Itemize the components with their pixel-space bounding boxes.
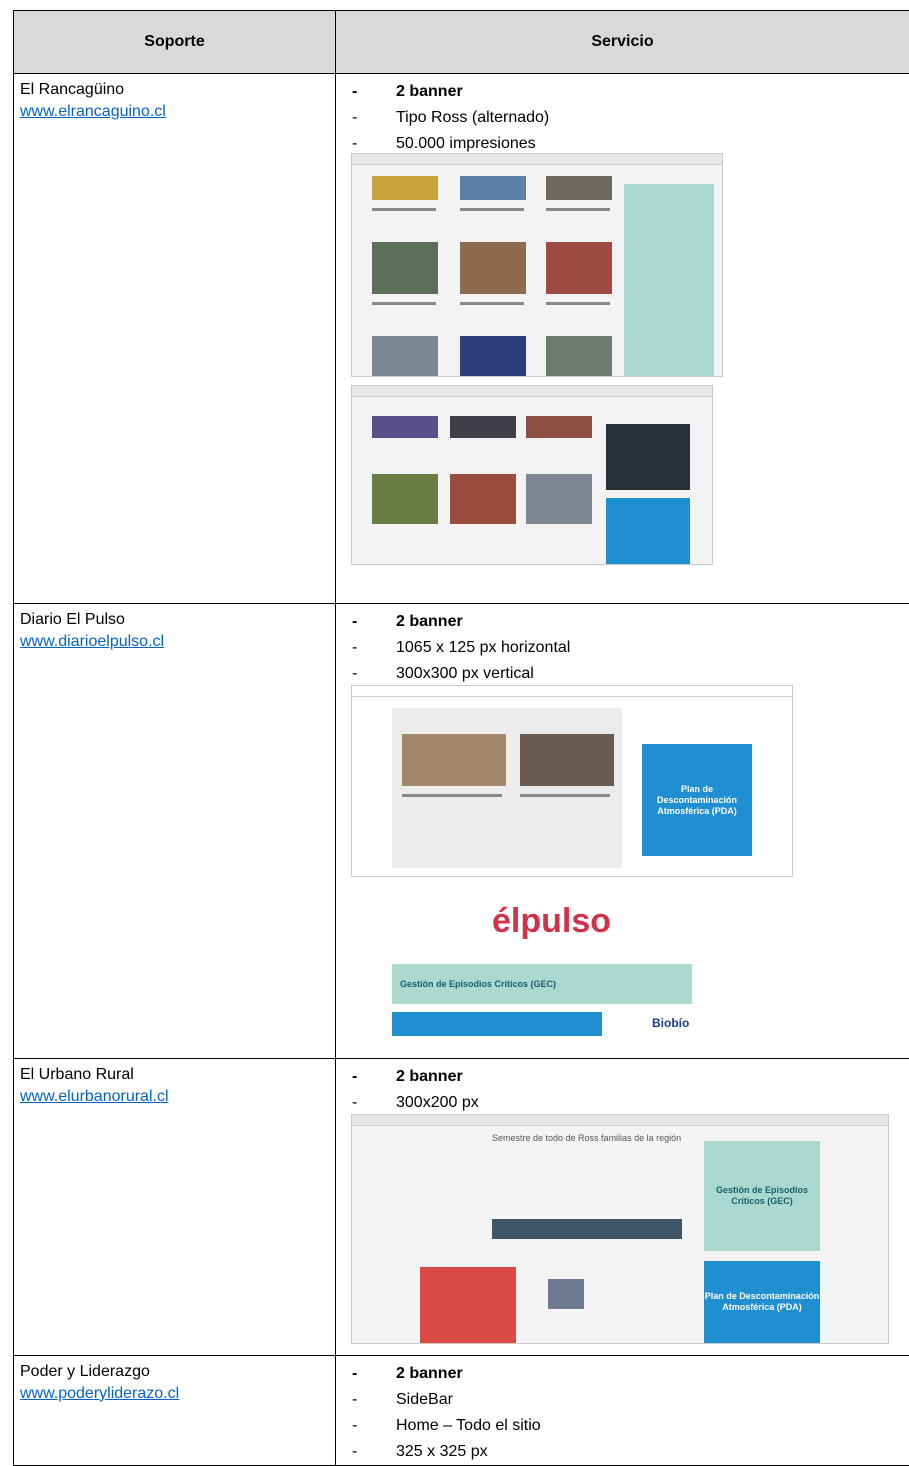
document-page: Soporte Servicio El Rancagüino www.elran… [13, 10, 909, 1458]
banner-ad-pda: Plan de Descontaminación Atmosférica (PD… [704, 1261, 820, 1343]
media-name: Diario El Pulso [20, 609, 329, 631]
service-list: 2 banner 300x200 px [336, 1059, 909, 1116]
service-item: 325 x 325 px [336, 1439, 909, 1465]
service-item: Tipo Ross (alternado) [336, 105, 909, 131]
service-item: 300x300 px vertical [336, 661, 909, 687]
screenshot-elrancaguino-1 [351, 153, 723, 377]
media-link[interactable]: www.elrancaguino.cl [20, 103, 166, 120]
table-row: Poder y Liderazgo www.poderyliderazo.cl … [14, 1356, 909, 1466]
service-item: 2 banner [336, 609, 909, 635]
media-name: Poder y Liderazgo [20, 1361, 329, 1383]
service-list: 2 banner Tipo Ross (alternado) 50.000 im… [336, 74, 909, 157]
screenshot-elrancaguino-2 [351, 385, 713, 565]
service-item: 2 banner [336, 1361, 909, 1387]
table-row: El Urbano Rural www.elurbanorural.cl 2 b… [14, 1059, 909, 1356]
biobio-logo: Biobío [652, 1016, 689, 1030]
media-link[interactable]: www.poderyliderazo.cl [20, 1385, 179, 1402]
article-headline: Semestre de todo de Ross familias de la … [492, 1133, 692, 1143]
soporte-cell: Poder y Liderazgo www.poderyliderazo.cl [14, 1356, 336, 1466]
service-item: 2 banner [336, 1064, 909, 1090]
banner-ad [606, 498, 690, 564]
screenshot-elurbanorural: Semestre de todo de Ross familias de la … [351, 1114, 889, 1344]
screenshot-diarioelpulso-1: Plan de Descontaminación Atmosférica (PD… [351, 685, 793, 877]
media-link[interactable]: www.elurbanorural.cl [20, 1088, 169, 1105]
servicio-cell: 2 banner 300x200 px Semestre de todo de … [336, 1059, 909, 1356]
service-list: 2 banner SideBar Home – Todo el sitio 32… [336, 1356, 909, 1465]
servicio-cell: 2 banner SideBar Home – Todo el sitio 32… [336, 1356, 909, 1466]
table-row: Diario El Pulso www.diarioelpulso.cl 2 b… [14, 604, 909, 1059]
servicio-cell: 2 banner 1065 x 125 px horizontal 300x30… [336, 604, 909, 1059]
media-link[interactable]: www.diarioelpulso.cl [20, 633, 164, 650]
service-item: 1065 x 125 px horizontal [336, 635, 909, 661]
service-item: 2 banner [336, 79, 909, 105]
service-item: 300x200 px [336, 1090, 909, 1116]
banner-ad-pda: Plan de Descontaminación Atmosférica (PD… [642, 744, 752, 856]
banner-ad-gec: Gestión de Episodios Críticos (GEC) [392, 964, 692, 1004]
service-item: SideBar [336, 1387, 909, 1413]
banner-ad-gec: Gestión de Episodios Críticos (GEC) [704, 1141, 820, 1251]
media-name: El Urbano Rural [20, 1064, 329, 1086]
soporte-cell: Diario El Pulso www.diarioelpulso.cl [14, 604, 336, 1059]
banner-ad [392, 1012, 602, 1036]
soporte-cell: El Rancagüino www.elrancaguino.cl [14, 74, 336, 604]
media-name: El Rancagüino [20, 79, 329, 101]
table-header-row: Soporte Servicio [14, 11, 909, 74]
screenshot-diarioelpulso-2: élpulso Gestión de Episodios Críticos (G… [351, 879, 793, 1039]
service-item: Home – Todo el sitio [336, 1413, 909, 1439]
elpulso-logo: élpulso [492, 902, 611, 941]
header-soporte: Soporte [14, 11, 336, 74]
media-plan-table: Soporte Servicio El Rancagüino www.elran… [13, 10, 909, 1466]
service-list: 2 banner 1065 x 125 px horizontal 300x30… [336, 604, 909, 687]
soporte-cell: El Urbano Rural www.elurbanorural.cl [14, 1059, 336, 1356]
header-servicio: Servicio [336, 11, 909, 74]
banner-ad [606, 424, 690, 490]
banner-ad [624, 184, 714, 376]
table-row: El Rancagüino www.elrancaguino.cl 2 bann… [14, 74, 909, 604]
servicio-cell: 2 banner Tipo Ross (alternado) 50.000 im… [336, 74, 909, 604]
